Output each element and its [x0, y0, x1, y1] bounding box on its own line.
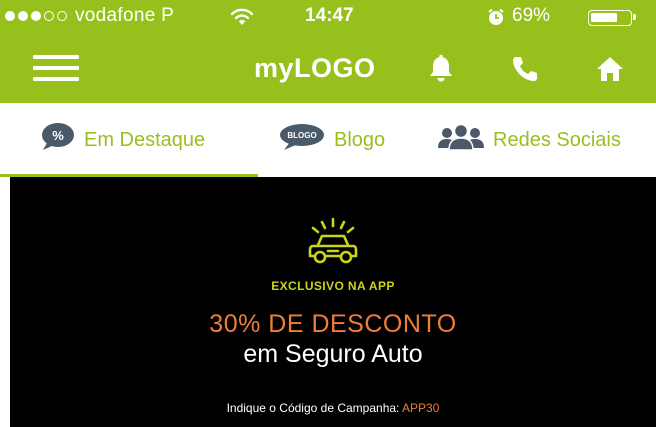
- status-bar: vodafone P 14:47 69%: [0, 0, 656, 35]
- blogo-bubble-text: BLOGO: [287, 131, 316, 140]
- tab-label: Redes Sociais: [493, 128, 621, 151]
- home-icon[interactable]: [594, 53, 626, 85]
- phone-icon[interactable]: [509, 53, 541, 85]
- tab-label: Em Destaque: [84, 128, 206, 151]
- signal-dot: [44, 11, 54, 21]
- wifi-icon: [230, 7, 254, 33]
- campaign-code: APP30: [402, 401, 440, 415]
- svg-text:%: %: [52, 128, 64, 143]
- people-icon: [437, 123, 485, 157]
- percent-icon: %: [38, 122, 76, 158]
- battery-icon: [588, 10, 636, 26]
- tab-bar: % Em Destaque BLOGO Blogo Redes Sociais: [0, 103, 656, 177]
- signal-dot: [5, 11, 15, 21]
- bell-icon[interactable]: [425, 53, 457, 85]
- car-icon: [306, 217, 360, 272]
- tab-label: Blogo: [334, 128, 386, 151]
- carrier-name: vodafone P: [75, 5, 175, 26]
- tab-em-destaque[interactable]: % Em Destaque: [38, 103, 205, 177]
- campaign-prefix: Indique o Código de Campanha:: [226, 401, 403, 415]
- promo-banner[interactable]: EXCLUSIVO NA APP 30% DE DESCONTO em Segu…: [10, 177, 656, 427]
- signal-strength-icon: [5, 11, 67, 21]
- tab-blogo[interactable]: BLOGO Blogo: [278, 103, 385, 177]
- blogo-bubble-icon: BLOGO: [278, 122, 326, 158]
- app-header: myLOGO: [0, 35, 656, 103]
- app-logo[interactable]: myLOGO: [254, 53, 376, 84]
- battery-fill: [591, 13, 617, 22]
- clock-time: 14:47: [305, 5, 354, 26]
- battery-percent: 69%: [512, 5, 551, 26]
- signal-dot: [31, 11, 41, 21]
- promo-headline: 30% DE DESCONTO: [209, 310, 457, 338]
- campaign-code-line: Indique o Código de Campanha: APP30: [10, 401, 656, 415]
- promo-subheadline: em Seguro Auto: [243, 340, 423, 368]
- battery-nub: [633, 14, 636, 20]
- promo-tagline: EXCLUSIVO NA APP: [271, 279, 395, 293]
- signal-dot: [57, 11, 67, 21]
- alarm-icon: [487, 8, 505, 32]
- signal-dot: [18, 11, 28, 21]
- tab-redes-sociais[interactable]: Redes Sociais: [437, 103, 621, 177]
- menu-icon[interactable]: [33, 55, 79, 85]
